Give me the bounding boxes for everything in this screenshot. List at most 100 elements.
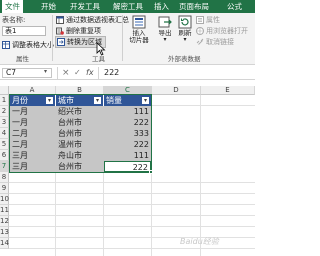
open-in-browser-button[interactable]: 用浏览器打开 xyxy=(196,26,248,36)
active-cell[interactable]: 222 xyxy=(104,161,151,172)
table-cell[interactable]: 111 xyxy=(104,106,151,117)
gridline xyxy=(152,105,255,106)
row-header[interactable]: 10 xyxy=(0,194,9,205)
open-in-browser-label: 用浏览器打开 xyxy=(206,27,248,35)
table-cell[interactable]: 一月 xyxy=(10,117,56,128)
gridline xyxy=(9,226,255,227)
row-header[interactable]: 5 xyxy=(0,139,9,150)
resize-table-icon xyxy=(2,41,10,49)
fill-handle[interactable] xyxy=(149,170,153,174)
remove-duplicates-button[interactable]: 删除重复项 xyxy=(56,26,101,36)
table-cell[interactable]: 222 xyxy=(104,117,151,128)
tab-developer[interactable]: 开发工具 xyxy=(67,0,103,13)
pivot-summary-button[interactable]: 通过数据透视表汇总 xyxy=(56,15,129,25)
pivot-summary-label: 通过数据透视表汇总 xyxy=(66,16,129,24)
gridline xyxy=(9,248,255,249)
row-header[interactable]: 1 xyxy=(0,95,9,106)
table-cell[interactable]: 三月 xyxy=(10,150,56,161)
unlink-label: 取消链接 xyxy=(206,38,234,46)
table-cell[interactable]: 111 xyxy=(104,150,151,161)
unlink-button[interactable]: 取消链接 xyxy=(196,37,234,47)
gridline xyxy=(200,95,201,256)
external-properties-button[interactable]: 属性 xyxy=(196,15,220,25)
tab-formulas[interactable]: 公式 xyxy=(224,0,245,13)
table-cell[interactable]: 舟山市 xyxy=(56,150,104,161)
tab-decrypt-tools[interactable]: 解密工具 xyxy=(110,0,146,13)
export-icon xyxy=(158,16,172,28)
column-header[interactable]: B xyxy=(56,86,104,95)
row-header-selected[interactable]: 7 xyxy=(0,161,9,172)
row-header[interactable]: 13 xyxy=(0,227,9,238)
gridline xyxy=(9,182,255,183)
column-header[interactable]: A xyxy=(9,86,56,95)
filter-dropdown-icon[interactable]: ▾ xyxy=(94,97,101,104)
confirm-edit-icon[interactable]: ✓ xyxy=(74,68,81,78)
slicer-icon xyxy=(132,15,146,29)
tab-file[interactable]: 文件 xyxy=(2,0,23,13)
table-header-cell[interactable]: 月份 ▾ xyxy=(10,95,56,106)
row-header[interactable]: 6 xyxy=(0,150,9,161)
table-cell[interactable]: 一月 xyxy=(10,106,56,117)
external-group-label: 外部表数据 xyxy=(168,55,201,63)
gridline xyxy=(9,204,255,205)
worksheet-grid[interactable]: A B C D E 1 2 3 4 5 6 7 8 9 10 11 12 13 … xyxy=(0,86,255,256)
row-header[interactable]: 9 xyxy=(0,183,9,194)
group-separator xyxy=(122,15,123,61)
table-cell[interactable]: 台州市 xyxy=(56,128,104,139)
external-properties-label: 属性 xyxy=(206,16,220,24)
row-header[interactable]: 14 xyxy=(0,238,9,249)
ribbon-tab-bar: 文件 开始 开发工具 解密工具 插入 页面布局 公式 xyxy=(0,0,255,13)
insert-slicer-button[interactable]: 插入 切片器 xyxy=(126,15,152,51)
remove-duplicates-label: 删除重复项 xyxy=(66,27,101,35)
filter-dropdown-icon[interactable]: ▾ xyxy=(142,97,149,104)
formula-input[interactable]: 222 xyxy=(104,68,119,78)
row-header[interactable]: 3 xyxy=(0,117,9,128)
export-dropdown-icon: ▾ xyxy=(163,36,167,43)
formula-bar: C7 ▾ × ✓ fx 222 xyxy=(0,66,255,80)
row-header[interactable]: 2 xyxy=(0,106,9,117)
column-header-selected[interactable]: C xyxy=(104,86,152,95)
table-cell[interactable]: 绍兴市 xyxy=(56,106,104,117)
insert-slicer-label: 插入 切片器 xyxy=(129,29,149,44)
convert-to-range-icon xyxy=(57,38,65,46)
remove-duplicates-icon xyxy=(56,27,64,35)
row-header[interactable]: 11 xyxy=(0,205,9,216)
refresh-button[interactable]: 刷新 ▾ xyxy=(176,15,194,51)
resize-table-button[interactable]: 调整表格大小 xyxy=(2,40,54,50)
insert-function-icon[interactable]: fx xyxy=(86,68,94,78)
select-all-corner[interactable] xyxy=(0,86,9,95)
table-cell[interactable]: 台州市 xyxy=(56,117,104,128)
column-header[interactable]: E xyxy=(201,86,255,95)
table-cell[interactable]: 二月 xyxy=(10,139,56,150)
browser-icon xyxy=(196,27,204,35)
table-name-label: 表名称: xyxy=(2,16,26,24)
column-header[interactable]: D xyxy=(152,86,201,95)
row-header[interactable]: 4 xyxy=(0,128,9,139)
row-header[interactable]: 8 xyxy=(0,172,9,183)
table-header-cell[interactable]: 销量 ▾ xyxy=(104,95,151,106)
tab-insert[interactable]: 插入 xyxy=(151,0,172,13)
table-cell[interactable]: 温州市 xyxy=(56,139,104,150)
cancel-edit-icon[interactable]: × xyxy=(62,68,70,78)
pivot-table-icon xyxy=(56,16,64,24)
properties-group-label: 属性 xyxy=(16,55,29,63)
table-cell[interactable]: 222 xyxy=(104,139,151,150)
table-cell[interactable]: 二月 xyxy=(10,128,56,139)
tools-group-label: 工具 xyxy=(92,55,105,63)
table-header-cell[interactable]: 城市 ▾ xyxy=(56,95,104,106)
table-cell[interactable]: 三月 xyxy=(10,161,56,172)
filter-dropdown-icon[interactable]: ▾ xyxy=(46,97,53,104)
table-cell[interactable]: 台州市 xyxy=(56,161,104,172)
divider xyxy=(57,67,58,79)
gridline xyxy=(9,193,255,194)
row-header[interactable]: 12 xyxy=(0,216,9,227)
table-cell[interactable]: 333 xyxy=(104,128,151,139)
name-box-dropdown-icon[interactable]: ▾ xyxy=(44,68,47,75)
tab-page-layout[interactable]: 页面布局 xyxy=(176,0,212,13)
resize-table-label: 调整表格大小 xyxy=(12,41,54,49)
export-button[interactable]: 导出 ▾ xyxy=(156,15,174,51)
table-name-input[interactable]: 表1 xyxy=(2,26,46,36)
tab-home[interactable]: 开始 xyxy=(38,0,59,13)
header-label-sales: 销量 xyxy=(106,96,122,105)
header-label-city: 城市 xyxy=(58,96,74,105)
